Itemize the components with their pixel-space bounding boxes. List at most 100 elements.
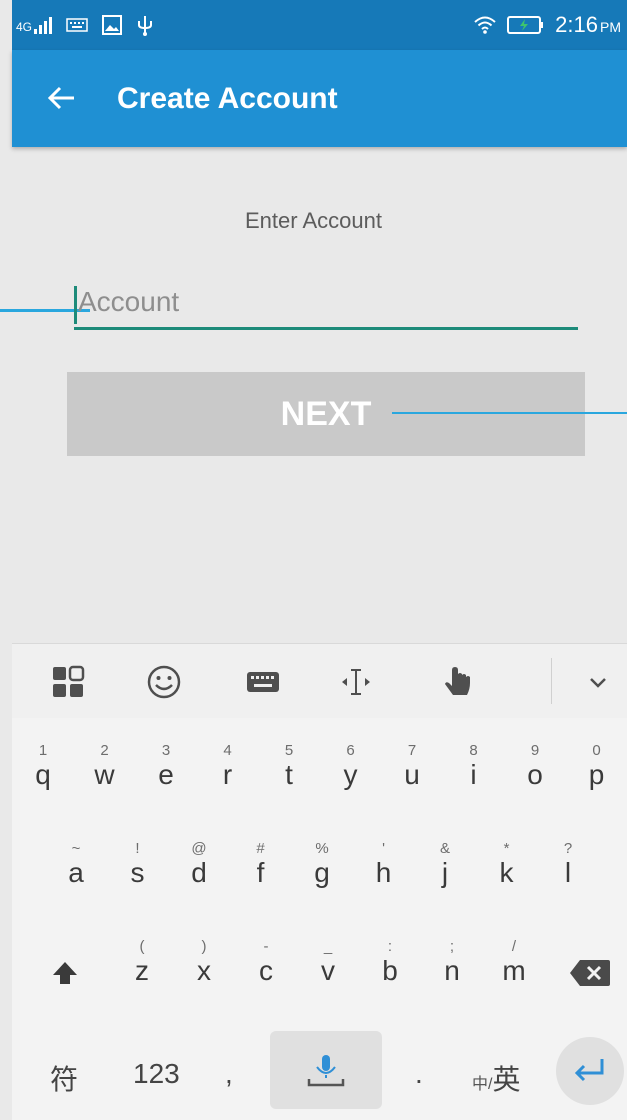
key-label: j — [441, 857, 449, 888]
key-o[interactable]: 9o — [515, 742, 555, 790]
key-w[interactable]: 2w — [85, 742, 125, 790]
key-x[interactable]: ) x — [184, 938, 224, 986]
key-hint: ! — [135, 840, 140, 857]
backspace-icon[interactable] — [568, 958, 612, 988]
annotation-leader-line — [392, 412, 627, 414]
key-a[interactable]: ~ a — [56, 840, 96, 888]
key-e[interactable]: 3e — [146, 742, 186, 790]
key-label: d — [191, 857, 207, 888]
key-k[interactable]: * k — [487, 840, 527, 888]
apps-grid-icon[interactable] — [50, 664, 86, 700]
cursor-move-icon[interactable] — [338, 664, 374, 700]
battery-charging-icon — [507, 16, 544, 34]
account-input[interactable] — [74, 280, 582, 324]
emoji-icon[interactable] — [146, 664, 182, 700]
status-bar: 4G 2:16 PM — [12, 0, 627, 50]
key-label: v — [321, 955, 335, 986]
key-label: o — [527, 759, 543, 790]
key-n[interactable]: ; n — [432, 938, 472, 986]
key-u[interactable]: 7u — [392, 742, 432, 790]
language-key[interactable]: 中/英 — [472, 1058, 520, 1098]
enter-account-prompt: Enter Account — [245, 208, 382, 233]
keyboard-toolbar — [12, 643, 627, 720]
key-hint: ~ — [71, 840, 81, 857]
key-hint: 5 — [284, 742, 294, 759]
symbols-key[interactable]: 符 — [50, 1058, 78, 1098]
key-hint: 9 — [530, 742, 540, 759]
key-label: w — [94, 759, 115, 790]
enter-key[interactable] — [556, 1037, 624, 1105]
key-hint: 7 — [407, 742, 417, 759]
key-t[interactable]: 5t — [269, 742, 309, 790]
shift-icon[interactable] — [50, 958, 80, 988]
key-label: p — [588, 759, 605, 790]
key-v[interactable]: _ v — [308, 938, 348, 986]
key-hint: : — [387, 938, 393, 955]
space-key[interactable] — [270, 1031, 382, 1109]
key-label: b — [382, 955, 398, 986]
key-label: z — [135, 955, 149, 986]
key-y[interactable]: 6y — [331, 742, 371, 790]
collapse-chevron-icon[interactable] — [580, 664, 616, 700]
language-key-label: 英 — [492, 1064, 521, 1095]
key-hint: - — [263, 938, 269, 955]
key-hint: 3 — [161, 742, 171, 759]
enter-arrow-icon — [574, 1059, 604, 1082]
key-label: e — [158, 759, 174, 790]
key-h[interactable]: ' h — [364, 840, 404, 888]
app-bar: Create Account — [12, 50, 627, 147]
key-label: s — [130, 857, 145, 888]
key-j[interactable]: & j — [425, 840, 465, 888]
keyboard-icon[interactable] — [245, 664, 281, 700]
account-field[interactable] — [74, 280, 582, 330]
key-hint: ; — [449, 938, 455, 955]
key-q[interactable]: 1q — [23, 742, 63, 790]
key-label: f — [256, 857, 265, 888]
key-label: k — [499, 857, 514, 888]
network-type: 4G — [16, 19, 33, 34]
key-label: m — [502, 955, 526, 986]
next-button[interactable]: NEXT — [67, 372, 585, 456]
key-hint: & — [439, 840, 450, 857]
key-label: x — [197, 955, 211, 986]
period-key[interactable]: . — [415, 1058, 423, 1090]
key-label: t — [285, 759, 293, 790]
key-s[interactable]: ! s — [118, 840, 158, 888]
key-hint: @ — [191, 840, 207, 857]
key-m[interactable]: / m — [494, 938, 534, 986]
image-notification-icon — [102, 15, 123, 35]
microphone-icon — [307, 1055, 345, 1087]
key-hint: * — [503, 840, 510, 857]
comma-key[interactable]: , — [225, 1058, 233, 1090]
wifi-icon — [474, 16, 496, 34]
key-i[interactable]: 8i — [454, 742, 494, 790]
key-d[interactable]: @ d — [179, 840, 219, 888]
usb-icon — [138, 16, 153, 36]
key-l[interactable]: ? l — [548, 840, 588, 888]
key-label: c — [259, 955, 273, 986]
key-p[interactable]: 0p — [577, 742, 617, 790]
key-label: u — [404, 759, 420, 790]
key-hint: ) — [201, 938, 207, 955]
key-hint: 4 — [223, 742, 232, 759]
cellular-signal-icon: 4G — [16, 16, 53, 34]
numbers-key[interactable]: 123 — [133, 1058, 180, 1090]
text-cursor — [74, 286, 77, 324]
key-c[interactable]: -c — [246, 938, 286, 986]
key-g[interactable]: % g — [302, 840, 342, 888]
key-hint: ' — [382, 840, 385, 857]
key-z[interactable]: (z — [122, 938, 162, 986]
key-hint: ? — [563, 840, 573, 857]
gesture-hand-icon[interactable] — [440, 664, 476, 700]
key-label: r — [222, 759, 233, 790]
key-f[interactable]: # f — [241, 840, 281, 888]
key-b[interactable]: :b — [370, 938, 410, 986]
key-label: n — [444, 955, 460, 986]
key-label: h — [375, 857, 392, 888]
clock-ampm: PM — [600, 19, 621, 35]
key-hint: % — [315, 840, 329, 857]
page-title: Create Account — [117, 82, 338, 115]
back-arrow-icon[interactable] — [44, 80, 80, 116]
key-r[interactable]: 4r — [208, 742, 248, 790]
key-hint: 0 — [592, 742, 601, 759]
